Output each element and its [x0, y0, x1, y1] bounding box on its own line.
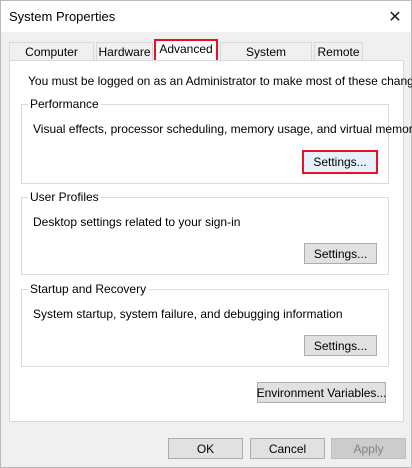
- performance-description: Visual effects, processor scheduling, me…: [33, 122, 412, 136]
- performance-settings-button[interactable]: Settings...: [302, 150, 378, 174]
- performance-title: Performance: [28, 97, 101, 111]
- advanced-tab-panel: You must be logged on as an Administrato…: [9, 60, 412, 422]
- environment-variables-button[interactable]: Environment Variables...: [257, 382, 386, 403]
- tab-remote[interactable]: Remote: [314, 42, 363, 60]
- startup-recovery-group: Startup and Recovery System startup, sys…: [21, 282, 389, 367]
- performance-group: Performance Visual effects, processor sc…: [21, 97, 412, 184]
- apply-button[interactable]: Apply: [331, 438, 406, 459]
- tab-strip: Computer Name Hardware Advanced System P…: [9, 39, 405, 77]
- startup-recovery-title: Startup and Recovery: [28, 282, 149, 296]
- user-profiles-settings-button[interactable]: Settings...: [304, 243, 377, 264]
- user-profiles-description: Desktop settings related to your sign-in: [33, 215, 241, 229]
- close-icon[interactable]: ✕: [379, 1, 411, 32]
- tab-advanced[interactable]: Advanced: [154, 39, 218, 60]
- tab-computer-name[interactable]: Computer Name: [9, 42, 94, 77]
- startup-recovery-description: System startup, system failure, and debu…: [33, 307, 343, 321]
- startup-recovery-settings-button[interactable]: Settings...: [304, 335, 377, 356]
- tab-hardware[interactable]: Hardware: [96, 42, 153, 60]
- user-profiles-title: User Profiles: [28, 190, 101, 204]
- ok-button[interactable]: OK: [168, 438, 243, 459]
- window-title: System Properties: [9, 9, 116, 24]
- tab-system-protection[interactable]: System Protection: [220, 42, 312, 77]
- cancel-button[interactable]: Cancel: [250, 438, 325, 459]
- title-bar: System Properties ✕: [1, 1, 411, 32]
- system-properties-window: System Properties ✕ Computer Name Hardwa…: [0, 0, 412, 468]
- user-profiles-group: User Profiles Desktop settings related t…: [21, 190, 389, 275]
- admin-notice: You must be logged on as an Administrato…: [28, 74, 412, 88]
